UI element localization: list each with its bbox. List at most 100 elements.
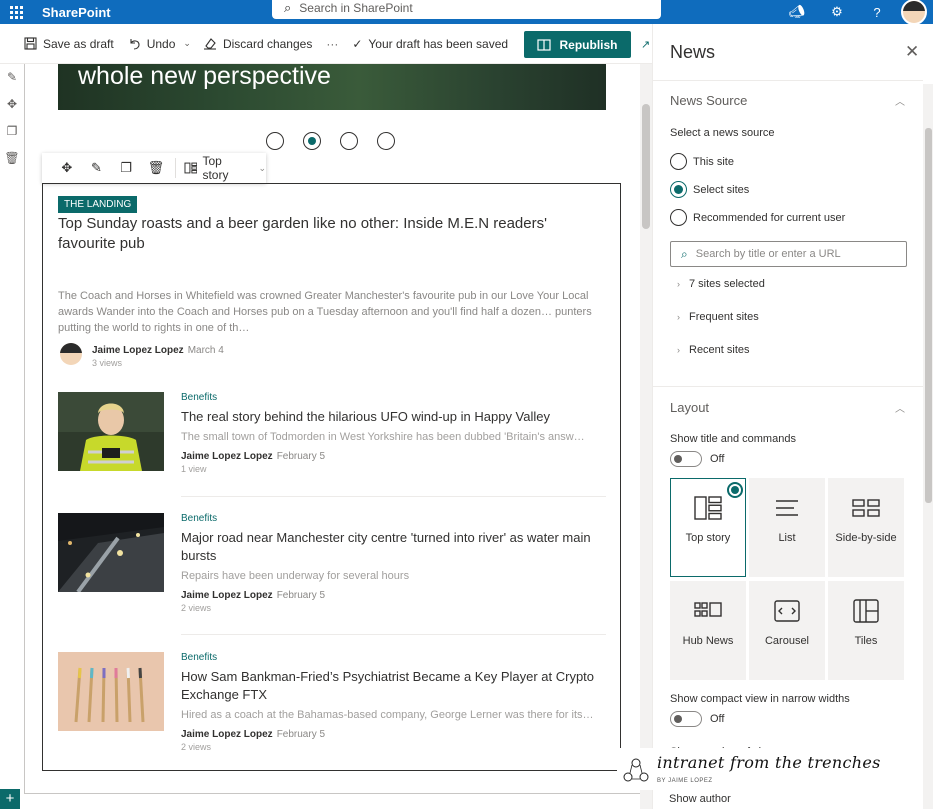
discard-label: Discard changes bbox=[222, 36, 313, 51]
divider bbox=[653, 80, 923, 81]
top-story-title[interactable]: Top Sunday roasts and a beer garden like… bbox=[58, 214, 578, 254]
tree-sites-selected[interactable]: › 7 sites selected bbox=[677, 278, 765, 290]
carousel-dots bbox=[266, 132, 414, 150]
author-name[interactable]: Jaime Lopez Lopez bbox=[92, 345, 184, 356]
news-item[interactable]: Benefits The real story behind the hilar… bbox=[58, 392, 606, 474]
edit-section-icon[interactable]: ✎ bbox=[0, 64, 24, 91]
radio-recommended[interactable]: Recommended for current user bbox=[670, 209, 845, 226]
radio-select-sites[interactable]: Select sites bbox=[670, 181, 749, 198]
command-bar: Save as draft Undo ⌄ Discard changes ···… bbox=[0, 24, 652, 64]
tree-frequent-sites[interactable]: › Frequent sites bbox=[677, 311, 759, 323]
radio-circle[interactable] bbox=[670, 153, 687, 170]
layout-tiles[interactable]: Tiles bbox=[828, 581, 904, 680]
layout-section-header[interactable]: Layout bbox=[670, 400, 709, 415]
radio-circle[interactable] bbox=[670, 209, 687, 226]
post-date: February 5 bbox=[276, 729, 326, 740]
author-name[interactable]: Jaime Lopez Lopez bbox=[181, 590, 273, 601]
draft-status-text: Your draft has been saved bbox=[368, 36, 509, 51]
delete-icon[interactable]: 🗑︎ bbox=[0, 145, 24, 172]
carousel-dot-1[interactable] bbox=[266, 132, 284, 150]
expand-icon[interactable]: ↗ bbox=[641, 38, 650, 51]
view-count: 2 views bbox=[181, 603, 212, 613]
news-item[interactable]: Benefits How Sam Bankman-Fried’s Psychia… bbox=[58, 652, 606, 752]
divider bbox=[653, 386, 923, 387]
layout-dropdown[interactable]: Top story ⌄ bbox=[184, 154, 266, 182]
app-name[interactable]: SharePoint bbox=[42, 5, 111, 20]
move-icon[interactable]: ✥ bbox=[0, 91, 24, 118]
tree-recent-sites[interactable]: › Recent sites bbox=[677, 344, 750, 356]
toggle-state: Off bbox=[710, 453, 725, 465]
toggle-track[interactable] bbox=[670, 451, 702, 467]
layout-hub-news[interactable]: Hub News bbox=[670, 581, 746, 680]
help-icon[interactable]: ? bbox=[857, 5, 897, 20]
edit-pencil-icon[interactable]: ✎ bbox=[82, 160, 112, 176]
carousel-dot-3[interactable] bbox=[340, 132, 358, 150]
canvas-scrollbar-thumb[interactable] bbox=[642, 104, 650, 229]
compact-view-toggle[interactable]: Off bbox=[670, 711, 724, 727]
more-actions-button[interactable]: ··· bbox=[326, 37, 338, 51]
canvas-scrollbar[interactable] bbox=[640, 64, 652, 809]
search-icon: ⌕ bbox=[284, 0, 292, 15]
show-title-toggle[interactable]: Off bbox=[670, 451, 724, 467]
radio-this-site[interactable]: This site bbox=[670, 153, 734, 170]
author-name[interactable]: Jaime Lopez Lopez bbox=[181, 729, 273, 740]
suite-search-box[interactable]: ⌕ Search in SharePoint bbox=[272, 0, 661, 19]
site-search-input[interactable]: ⌕ Search by title or enter a URL bbox=[670, 241, 907, 267]
undo-dropdown[interactable]: ⌄ bbox=[183, 38, 191, 49]
hero-text: whole new perspective bbox=[78, 64, 331, 90]
duplicate-icon[interactable]: ❐ bbox=[0, 118, 24, 145]
selected-check-icon bbox=[727, 482, 743, 498]
section-border bbox=[24, 64, 25, 794]
chevron-right-icon: › bbox=[677, 312, 680, 322]
move-icon[interactable]: ✥ bbox=[52, 160, 82, 176]
news-title[interactable]: How Sam Bankman-Fried’s Psychiatrist Bec… bbox=[181, 668, 606, 704]
pane-scrollbar-thumb[interactable] bbox=[925, 128, 932, 503]
news-item[interactable]: Benefits Major road near Manchester city… bbox=[58, 513, 606, 613]
carousel-dot-2[interactable] bbox=[303, 132, 321, 150]
user-avatar[interactable] bbox=[901, 0, 927, 25]
search-icon: ⌕ bbox=[681, 246, 688, 261]
layout-carousel[interactable]: Carousel bbox=[749, 581, 825, 680]
undo-button[interactable]: Undo bbox=[128, 37, 175, 51]
gear-icon[interactable]: ⚙ bbox=[817, 4, 857, 20]
chevron-up-icon[interactable]: ︿ bbox=[895, 93, 905, 108]
news-category[interactable]: Benefits bbox=[181, 392, 606, 403]
top-story-description: The Coach and Horses in Whitefield was c… bbox=[58, 290, 592, 334]
toggle-track[interactable] bbox=[670, 711, 702, 727]
news-author: Jaime Lopez Lopez February 5 2 views bbox=[181, 587, 606, 613]
layout-side-by-side[interactable]: Side-by-side bbox=[828, 478, 904, 577]
top-story-tag[interactable]: THE LANDING bbox=[58, 196, 138, 213]
edit-rail: ✎ ✥ ❐ 🗑︎ bbox=[0, 64, 24, 809]
toggle-state: Off bbox=[710, 713, 725, 725]
save-draft-label: Save as draft bbox=[43, 36, 114, 51]
author-name[interactable]: Jaime Lopez Lopez bbox=[181, 451, 273, 462]
add-section-button[interactable]: + bbox=[0, 789, 20, 809]
close-icon[interactable]: ✕ bbox=[905, 42, 919, 62]
news-description: The small town of Todmorden in West York… bbox=[181, 431, 585, 443]
duplicate-icon[interactable]: ❐ bbox=[111, 160, 141, 176]
chevron-up-icon[interactable]: ︿ bbox=[895, 400, 905, 415]
news-title[interactable]: Major road near Manchester city centre '… bbox=[181, 529, 606, 565]
news-category[interactable]: Benefits bbox=[181, 513, 606, 524]
radio-circle[interactable] bbox=[670, 181, 687, 198]
layout-label: Top story bbox=[685, 532, 731, 544]
layout-label: Side-by-side bbox=[835, 532, 897, 544]
carousel-dot-4[interactable] bbox=[377, 132, 395, 150]
news-title[interactable]: The real story behind the hilarious UFO … bbox=[181, 408, 606, 426]
megaphone-icon[interactable]: 📣︎ bbox=[777, 4, 817, 20]
layout-list[interactable]: List bbox=[749, 478, 825, 577]
pane-scrollbar[interactable] bbox=[923, 84, 933, 809]
republish-button[interactable]: Republish bbox=[524, 31, 631, 58]
save-draft-button[interactable]: Save as draft bbox=[24, 37, 114, 51]
discard-changes-button[interactable]: Discard changes bbox=[203, 37, 312, 51]
list-icon bbox=[776, 500, 798, 516]
delete-icon[interactable]: 🗑︎ bbox=[141, 160, 171, 176]
compact-view-label: Show compact view in narrow widths bbox=[670, 693, 850, 705]
news-source-section-header[interactable]: News Source bbox=[670, 93, 747, 108]
chevron-right-icon: › bbox=[677, 345, 680, 355]
app-launcher-icon[interactable] bbox=[0, 0, 32, 24]
watermark: intranet from the trenches BY JAIME LOPE… bbox=[617, 748, 917, 790]
layout-top-story[interactable]: Top story bbox=[670, 478, 746, 577]
news-category[interactable]: Benefits bbox=[181, 652, 606, 663]
republish-label: Republish bbox=[559, 37, 618, 52]
